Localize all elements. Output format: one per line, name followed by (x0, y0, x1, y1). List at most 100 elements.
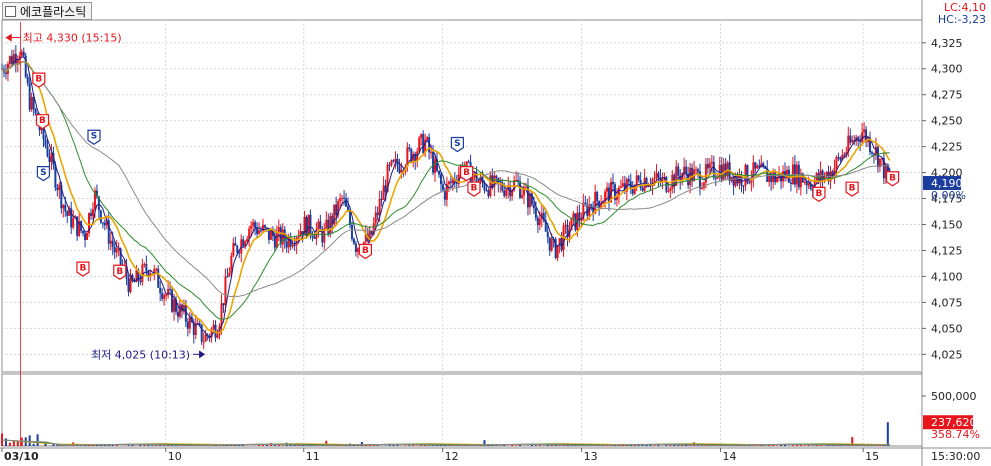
candle-body (30, 96, 33, 110)
candle-body (536, 217, 539, 226)
volume-bar (819, 445, 822, 446)
candle-body (876, 146, 879, 168)
candle-body (242, 239, 245, 247)
candle-body (392, 160, 395, 162)
price-volume-chart[interactable]: 4,3254,3004,2754,2504,2254,2004,1754,150… (0, 0, 991, 466)
candle-body (56, 187, 59, 191)
candle-body (254, 222, 257, 228)
volume-bar (392, 445, 395, 446)
volume-bar (127, 445, 130, 446)
candle-body (145, 263, 148, 272)
candle-body (113, 246, 116, 253)
candle-body (803, 182, 806, 184)
candle-body (524, 186, 527, 188)
signal-letter: B (80, 264, 87, 274)
candle-body (178, 304, 181, 317)
candle-body (109, 240, 112, 244)
volume-bar (665, 444, 668, 446)
candle-body (695, 169, 698, 171)
candle-body (139, 280, 142, 283)
candle-body (716, 177, 719, 179)
volume-bar (151, 445, 154, 446)
candle-body (224, 276, 227, 306)
candle-body (307, 214, 310, 237)
candle-body (655, 173, 658, 179)
candle-body (384, 185, 387, 193)
candle-body (596, 191, 599, 201)
time-tick-label: 13 (584, 450, 598, 463)
volume-bar (376, 445, 379, 446)
candle-body (503, 190, 506, 196)
volume-bar (558, 445, 561, 446)
volume-bar (791, 445, 794, 446)
price-tick-label: 4,275 (931, 89, 963, 102)
candle-body (8, 56, 11, 65)
candle-body (420, 134, 423, 138)
signal-letter: S (40, 168, 46, 178)
candle-body (141, 264, 144, 283)
time-tick-label: 15 (865, 450, 879, 463)
candle-body (335, 204, 338, 216)
candle-body (667, 190, 670, 192)
candle-body (817, 173, 820, 181)
candle-body (163, 294, 166, 299)
candle-body (339, 198, 342, 202)
buy-signal-marker: B (812, 186, 826, 203)
candle-body (398, 165, 401, 173)
candle-body (226, 276, 229, 278)
candle-body (708, 163, 711, 169)
candle-body (236, 245, 239, 253)
candle-body (103, 222, 106, 226)
volume-bar (803, 445, 806, 446)
candle-body (309, 214, 312, 234)
candle-body (305, 217, 308, 237)
candle-body (222, 303, 225, 306)
candle-body (621, 183, 624, 187)
candle-body (86, 233, 89, 240)
candle-body (198, 322, 201, 325)
price-tick-label: 4,225 (931, 141, 963, 154)
candle-body (495, 175, 498, 178)
buy-signal-marker: B (32, 72, 46, 88)
candle-body (252, 222, 255, 226)
price-tick-label: 4,250 (931, 115, 963, 128)
chart-stage: 에코플라스틱 LC:4,10 HC:-3,23 4,325 4,300 4,275 4… (0, 0, 991, 466)
candle-body (273, 236, 276, 248)
volume-bar (384, 445, 387, 446)
volume-bar (404, 445, 407, 446)
volume-bar (143, 444, 146, 446)
signal-letter: S (454, 139, 460, 149)
candle-body (14, 53, 17, 64)
volume-bar (32, 443, 35, 446)
candle-body (28, 82, 31, 110)
candle-body (297, 236, 300, 238)
candle-body (835, 157, 838, 169)
candle-body (341, 197, 344, 199)
candle-body (439, 174, 442, 185)
buy-signal-marker: B (467, 181, 481, 197)
candle-body (352, 239, 355, 244)
candle-body (534, 208, 537, 218)
candle-body (202, 341, 205, 343)
time-tick-label: 12 (445, 450, 459, 463)
volume-bar (408, 445, 411, 446)
volume-bar (123, 445, 126, 446)
buy-signal-marker: B (460, 165, 474, 182)
candle-body (127, 278, 130, 292)
volume-bar (807, 445, 810, 446)
candle-body (538, 218, 541, 226)
candle-body (556, 245, 559, 258)
volume-bar (637, 445, 640, 446)
candle-body (635, 175, 638, 185)
candle-body (62, 204, 65, 209)
candle-body (700, 187, 703, 189)
volume-bar (697, 445, 700, 446)
volume-bar (4, 438, 7, 446)
volume-bar (432, 445, 435, 446)
candle-body (714, 177, 717, 179)
time-label: 15:30:00 (931, 450, 980, 463)
candle-body (228, 272, 231, 277)
candle-body (101, 222, 104, 224)
candle-body (260, 230, 263, 232)
candle-body (742, 185, 745, 187)
